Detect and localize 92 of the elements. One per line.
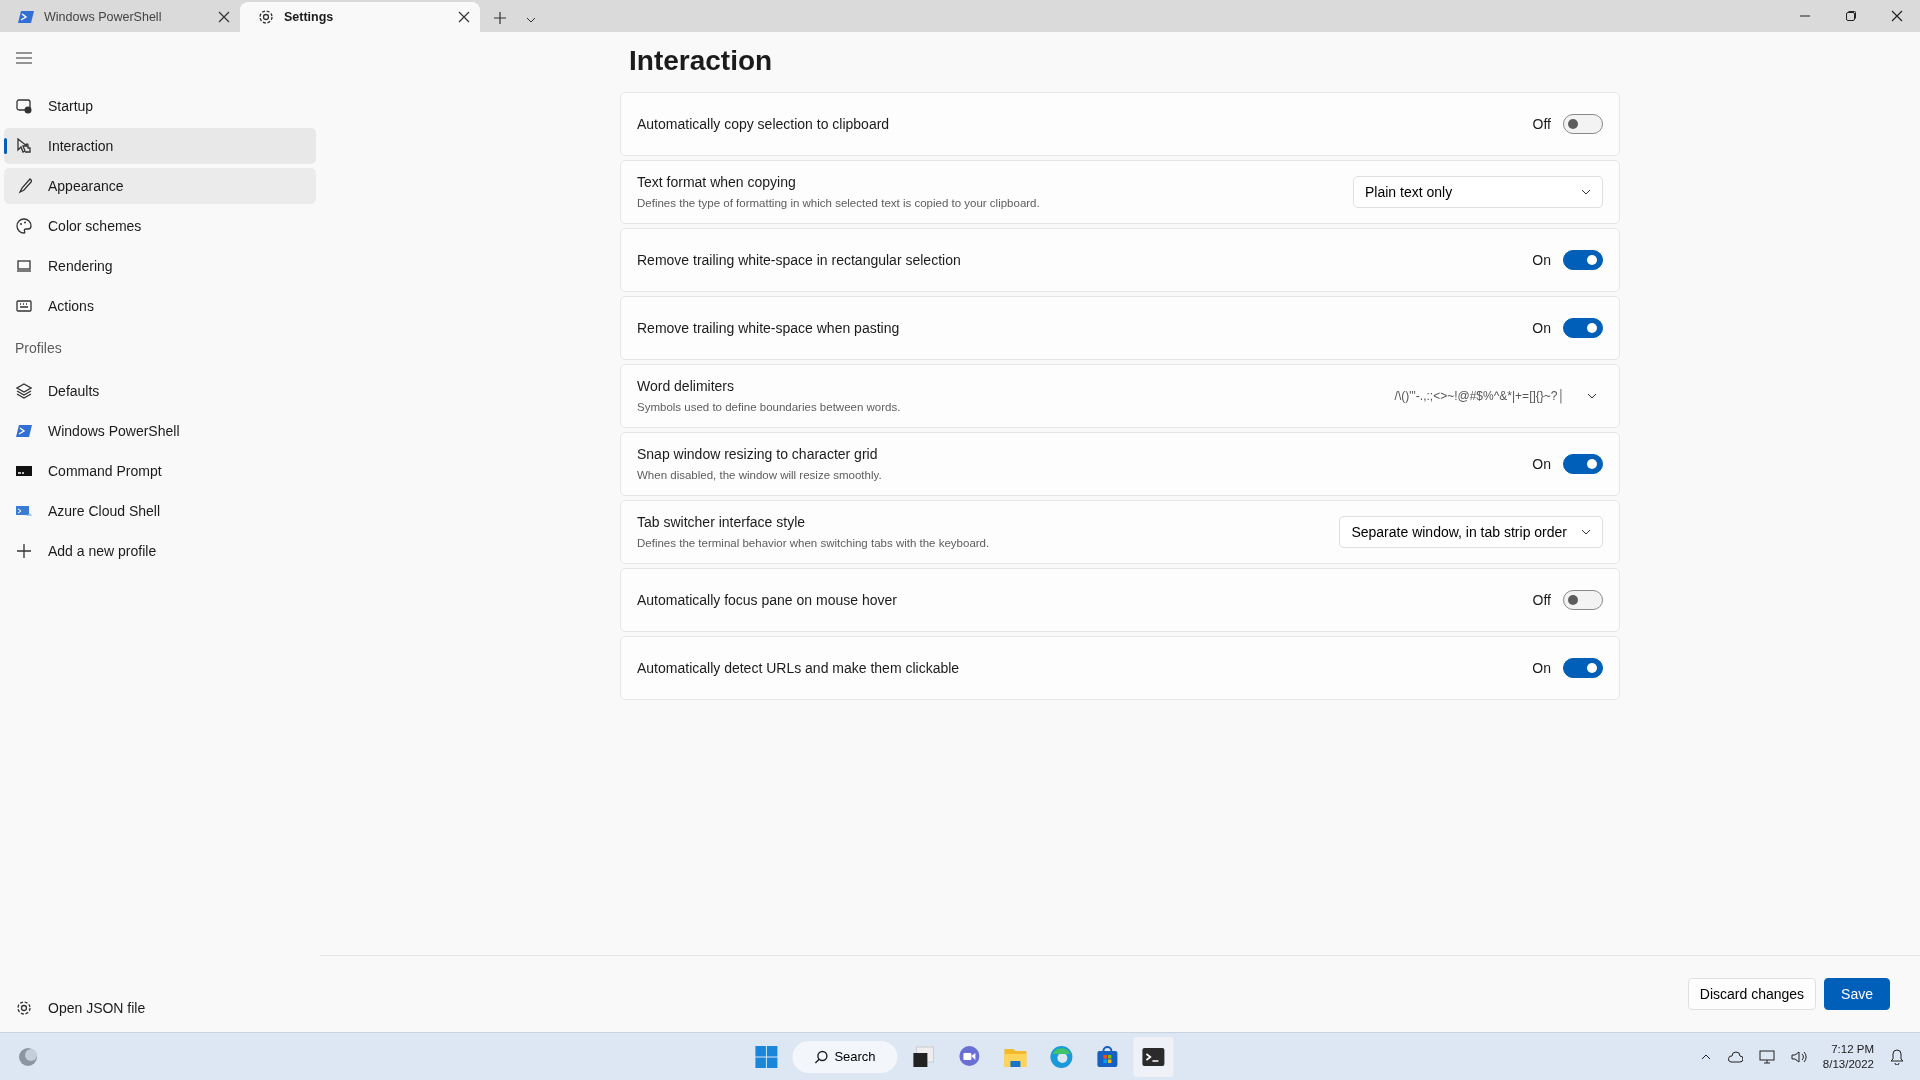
menu-button[interactable]	[16, 52, 32, 64]
pointer-icon	[16, 138, 32, 154]
close-tab-button[interactable]	[218, 11, 230, 23]
settings-icon	[258, 9, 274, 25]
terminal-button[interactable]	[1133, 1036, 1174, 1077]
caret-icon	[1587, 393, 1597, 399]
toggle-switch[interactable]	[1563, 590, 1603, 610]
toggle-state: On	[1532, 658, 1551, 678]
tab[interactable]: Windows PowerShell	[0, 2, 240, 32]
discard-button[interactable]: Discard changes	[1687, 978, 1817, 1010]
dropdown[interactable]: Separate window, in tab strip order	[1339, 516, 1603, 548]
sidebar-item[interactable]: Appearance	[4, 168, 316, 204]
setting-label: Text format when copying	[637, 172, 797, 192]
cloud-icon	[1726, 1050, 1743, 1063]
close-tab-button[interactable]	[458, 11, 470, 23]
sidebar-item[interactable]: Actions	[4, 288, 316, 324]
network-icon	[1758, 1049, 1775, 1064]
laptop-icon	[16, 258, 32, 274]
volume-icon	[1790, 1049, 1807, 1064]
setting-label: Word delimiters	[637, 376, 735, 396]
sidebar-item[interactable]: Open JSON file	[4, 990, 316, 1026]
caret-icon	[1581, 189, 1591, 195]
caret-icon	[1581, 529, 1591, 535]
setting-label: Automatically copy selection to clipboard	[637, 114, 891, 134]
cloud-shell-icon	[16, 503, 32, 519]
brush-icon	[16, 178, 32, 194]
sidebar-item[interactable]: Add a new profile	[4, 533, 316, 569]
search-icon	[814, 1049, 829, 1064]
toggle-state: Off	[1532, 590, 1551, 610]
toggle-switch[interactable]	[1563, 318, 1603, 338]
palette-icon	[16, 218, 32, 234]
selection-indicator	[4, 138, 7, 154]
section-label: Profiles	[14, 339, 63, 358]
search-button[interactable]: Search	[792, 1040, 898, 1073]
powershell-icon	[18, 9, 34, 25]
plus-icon	[16, 543, 32, 559]
page-title: Interaction	[629, 44, 774, 78]
weather-icon	[17, 1045, 39, 1068]
sidebar-item[interactable]: Azure Cloud Shell	[4, 493, 316, 529]
setting-description: When disabled, the window will resize smoothly.	[637, 467, 883, 483]
command-prompt-icon	[16, 463, 32, 479]
clock-date: 8/13/2022	[1822, 1056, 1874, 1071]
close-icon	[458, 11, 470, 23]
save-button[interactable]: Save	[1824, 978, 1890, 1010]
setting-description: Symbols used to define boundaries between words.	[637, 399, 902, 415]
plus-icon	[494, 12, 506, 24]
toggle-state: Off	[1532, 114, 1551, 134]
chat-icon	[957, 1044, 982, 1069]
close-icon	[218, 11, 230, 23]
expander[interactable]: /\()"'-.,:;<>~!@#$%^&*|+=[]{}~?│	[1388, 386, 1603, 406]
tab[interactable]: Settings	[240, 2, 480, 32]
setting-label: Snap window resizing to character grid	[637, 444, 879, 464]
sidebar-item[interactable]: Command Prompt	[4, 453, 316, 489]
browser-icon	[1049, 1044, 1074, 1069]
store-icon	[1095, 1044, 1120, 1069]
new-tab-button[interactable]	[494, 12, 506, 24]
setting-description: Defines the type of formatting in which selected text is copied to your clipboard.	[637, 195, 1041, 211]
settings-icon	[16, 1000, 32, 1016]
menu-icon	[16, 52, 32, 64]
sidebar-item[interactable]: Interaction	[4, 128, 316, 164]
chevron-up-icon	[1700, 1053, 1711, 1060]
toggle-switch[interactable]	[1563, 454, 1603, 474]
sidebar-item[interactable]: Windows PowerShell	[4, 413, 316, 449]
setting-label: Automatically detect URLs and make them clickable	[637, 658, 961, 678]
setting-label: Tab switcher interface style	[637, 512, 807, 532]
start-icon	[754, 1044, 779, 1069]
setting-label: Remove trailing white-space when pasting	[637, 318, 901, 338]
dropdown[interactable]: Plain text only	[1353, 176, 1603, 208]
powershell-icon	[16, 423, 32, 439]
bell-icon	[1890, 1048, 1904, 1065]
keyboard-icon	[16, 298, 32, 314]
toggle-state: On	[1532, 454, 1551, 474]
task-view-icon	[911, 1044, 936, 1069]
clock-time: 7:12 PM	[1830, 1042, 1874, 1057]
restore-icon	[1845, 10, 1857, 22]
toggle-switch[interactable]	[1563, 250, 1603, 270]
toggle-switch[interactable]	[1563, 114, 1603, 134]
sidebar-item[interactable]: Rendering	[4, 248, 316, 284]
dropdown-button[interactable]	[526, 17, 536, 23]
toggle-state: On	[1532, 250, 1551, 270]
caret-icon	[526, 17, 536, 23]
startup-icon	[16, 98, 32, 114]
setting-label: Automatically focus pane on mouse hover	[637, 590, 898, 610]
close-icon	[1891, 10, 1903, 22]
sidebar-item[interactable]: Startup	[4, 88, 316, 124]
toggle-state: On	[1532, 318, 1551, 338]
sidebar-item[interactable]: Defaults	[4, 373, 316, 409]
setting-description: Defines the terminal behavior when switching tabs with the keyboard.	[637, 535, 991, 551]
sidebar-item[interactable]: Color schemes	[4, 208, 316, 244]
toggle-switch[interactable]	[1563, 658, 1603, 678]
layers-icon	[16, 383, 32, 399]
setting-label: Remove trailing white-space in rectangular selection	[637, 250, 962, 270]
